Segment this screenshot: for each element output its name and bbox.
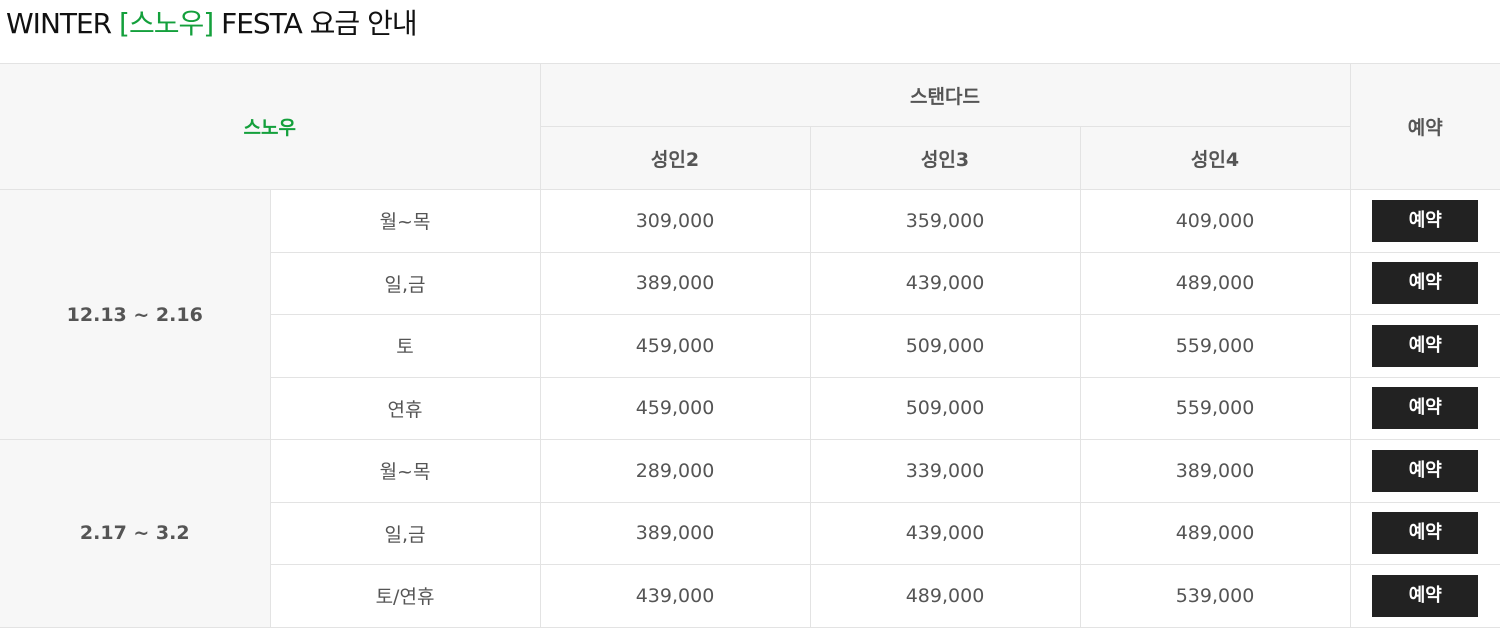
- price-cell: 509,000: [809, 314, 1081, 378]
- period-cell: 2.17 ~ 3.2: [0, 439, 271, 628]
- reserve-button[interactable]: 예약: [1372, 262, 1479, 305]
- price-cell: 389,000: [1079, 439, 1351, 503]
- table-row: 12.13 ~ 2.16 월~목 309,000 359,000 409,000…: [0, 189, 1501, 440]
- title-accent: [스노우]: [119, 7, 214, 40]
- price-cell: 289,000: [539, 439, 811, 503]
- day-cell: 일,금: [270, 251, 541, 315]
- reserve-cell: 예약: [1349, 251, 1501, 315]
- reserve-cell: 예약: [1349, 439, 1501, 503]
- price-cell: 439,000: [809, 501, 1081, 565]
- reserve-button[interactable]: 예약: [1372, 387, 1479, 430]
- reserve-cell: 예약: [1349, 501, 1501, 565]
- reserve-cell: 예약: [1349, 376, 1501, 440]
- price-cell: 459,000: [539, 376, 811, 440]
- plan-header: 스탠다드: [539, 63, 1351, 127]
- day-cell: 월~목: [269, 439, 541, 503]
- reserve-button[interactable]: 예약: [1372, 512, 1479, 555]
- table-row: 2.17 ~ 3.2 월~목 289,000 339,000 389,000 예…: [0, 439, 1501, 628]
- title-suffix: FESTA 요금 안내: [213, 7, 418, 40]
- reserve-cell: 예약: [1349, 314, 1501, 378]
- price-cell: 409,000: [1079, 189, 1351, 253]
- title-prefix: WINTER: [6, 7, 120, 40]
- day-cell: 연휴: [270, 376, 541, 440]
- price-cell: 489,000: [809, 564, 1081, 628]
- price-cell: 559,000: [1079, 376, 1351, 440]
- price-cell: 439,000: [539, 564, 811, 628]
- day-cell: 일,금: [270, 501, 541, 565]
- brand-header: 스노우: [0, 63, 541, 190]
- price-cell: 509,000: [809, 376, 1081, 440]
- column-header-adult4: 성인4: [1079, 126, 1351, 190]
- price-cell: 309,000: [539, 189, 811, 253]
- price-cell: 489,000: [1079, 251, 1351, 315]
- column-header-adult2: 성인2: [540, 126, 811, 190]
- reserve-button[interactable]: 예약: [1372, 574, 1479, 617]
- price-cell: 559,000: [1079, 314, 1351, 378]
- reserve-button[interactable]: 예약: [1372, 449, 1479, 492]
- day-cell: 토: [270, 314, 541, 378]
- rate-table: 스노우 스탠다드 예약 성인2 성인3 성인4 12.13 ~ 2.16 월~목…: [0, 63, 1501, 628]
- day-cell: 토/연휴: [270, 564, 541, 628]
- price-cell: 389,000: [539, 501, 811, 565]
- period-cell: 12.13 ~ 2.16: [0, 189, 271, 440]
- day-cell: 월~목: [269, 189, 541, 253]
- price-cell: 439,000: [809, 251, 1081, 315]
- price-cell: 389,000: [539, 251, 811, 315]
- price-cell: 339,000: [809, 439, 1081, 503]
- price-cell: 459,000: [539, 314, 811, 378]
- reserve-header: 예약: [1349, 63, 1501, 190]
- price-cell: 539,000: [1079, 564, 1351, 628]
- price-cell: 489,000: [1079, 501, 1351, 565]
- price-cell: 359,000: [809, 189, 1081, 253]
- reserve-button[interactable]: 예약: [1372, 199, 1479, 242]
- page-title: WINTER [스노우] FESTA 요금 안내: [6, 2, 418, 46]
- reserve-cell: 예약: [1349, 564, 1501, 628]
- column-header-adult3: 성인3: [809, 126, 1081, 190]
- reserve-cell: 예약: [1349, 189, 1501, 253]
- reserve-button[interactable]: 예약: [1372, 324, 1479, 367]
